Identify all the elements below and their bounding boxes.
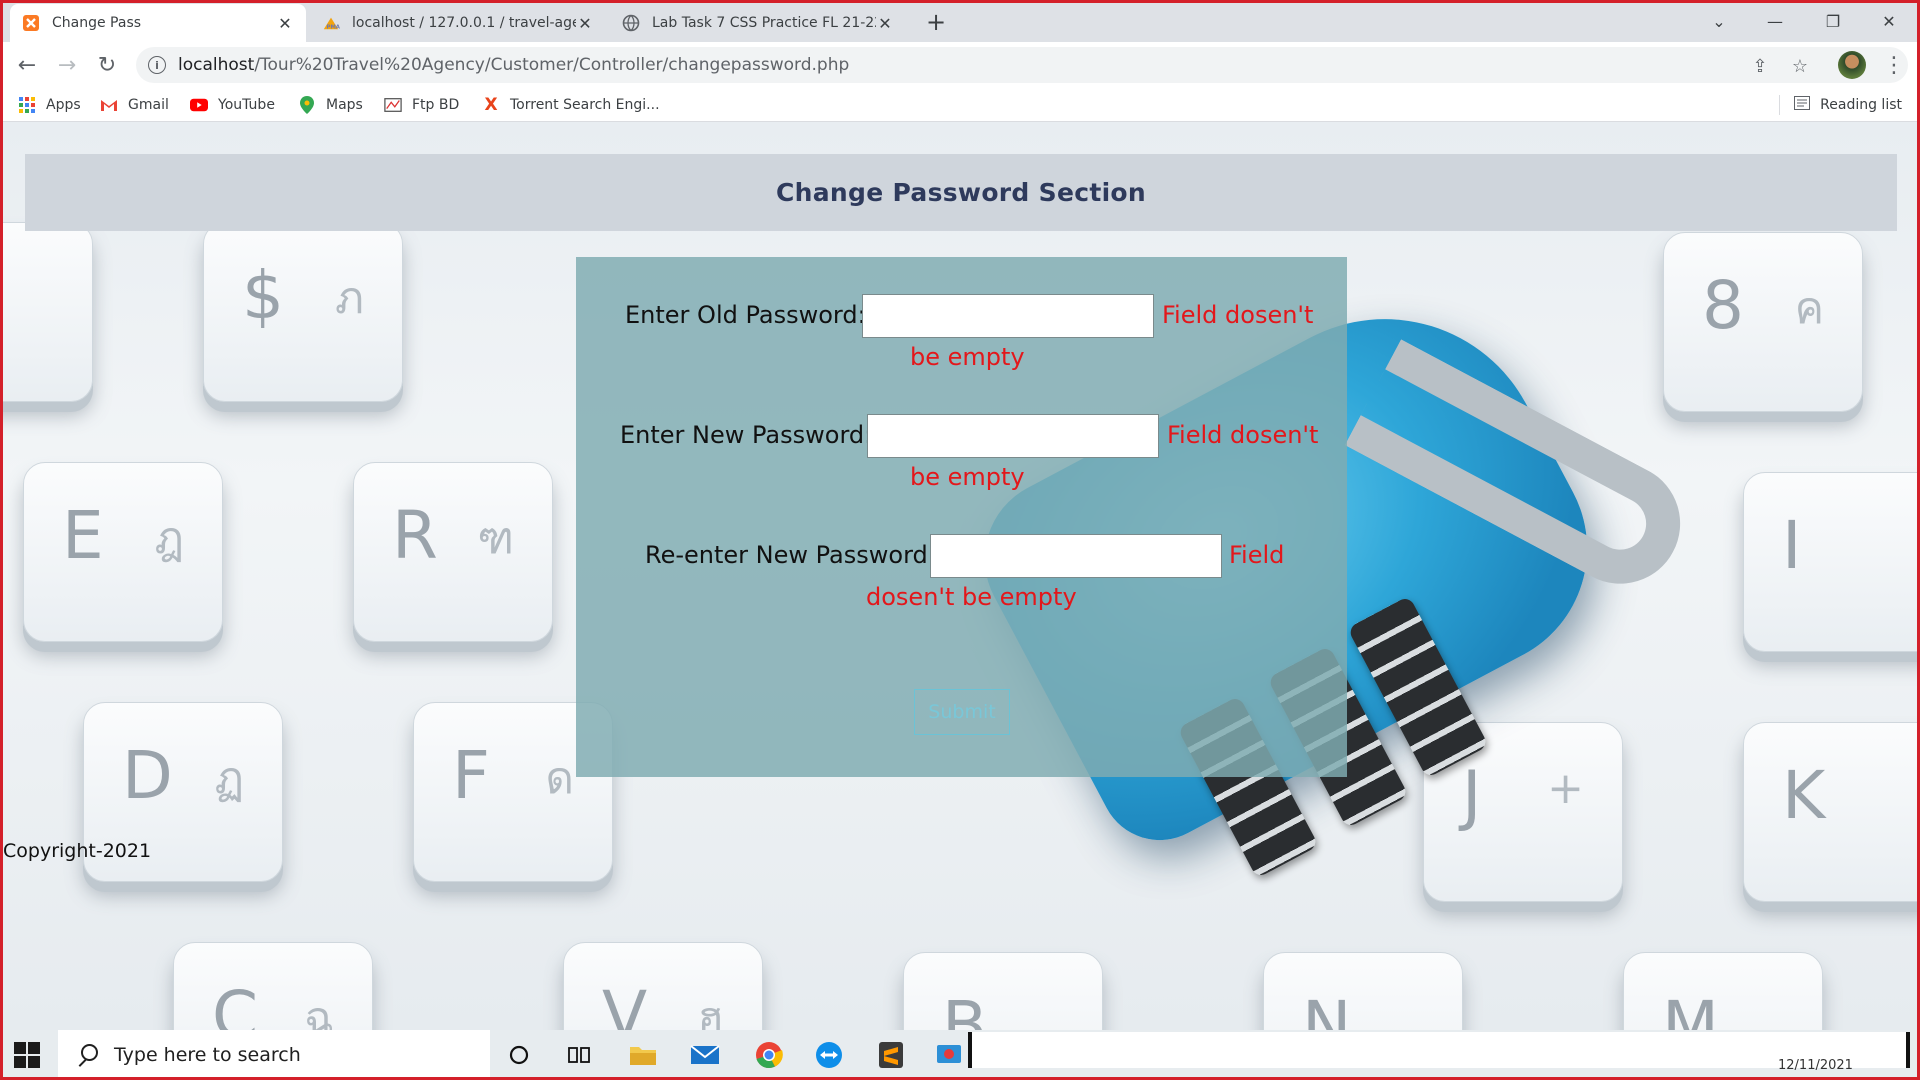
confirm-password-label: Re-enter New Password:*	[645, 541, 948, 569]
teamviewer-icon[interactable]	[812, 1039, 846, 1071]
reading-list-button[interactable]: Reading list	[1779, 94, 1902, 116]
cortana-icon[interactable]	[502, 1039, 536, 1071]
reading-list-label: Reading list	[1820, 97, 1902, 113]
page-title: Change Password Section	[775, 178, 1147, 207]
close-icon[interactable]: ✕	[876, 14, 894, 33]
new-password-label: Enter New Password:*	[620, 421, 884, 449]
forward-arrow-icon[interactable]: →	[52, 50, 82, 80]
maximize-button[interactable]: ❐	[1810, 0, 1856, 42]
address-bar[interactable]: i localhost/Tour%20Travel%20Agency/Custo…	[136, 47, 1908, 83]
file-explorer-icon[interactable]	[626, 1039, 660, 1071]
taskbar-search-box[interactable]: Type here to search	[58, 1030, 490, 1080]
change-password-form: Enter Old Password:* Field dosen't be em…	[576, 257, 1347, 777]
more-menu-icon[interactable]: ⋮	[1883, 50, 1905, 80]
page-header-band: Change Password Section	[25, 154, 1897, 231]
url-text: localhost/Tour%20Travel%20Agency/Custome…	[178, 55, 850, 75]
confirm-password-error-cont: dosen't be empty	[866, 583, 1077, 611]
screen-recorder-icon[interactable]	[932, 1039, 966, 1071]
tab-title: localhost / 127.0.0.1 / travel-agen	[352, 15, 576, 31]
old-password-error: Field dosen't	[1162, 301, 1314, 329]
windows-taskbar: Type here to search 12/11/2021	[0, 1030, 1920, 1080]
tab-phpmyadmin[interactable]: PMA localhost / 127.0.0.1 / travel-agen …	[310, 4, 606, 42]
tab-lab-task[interactable]: Lab Task 7 CSS Practice FL 21-22 ✕	[610, 4, 906, 42]
svg-text:PMA: PMA	[327, 24, 341, 30]
torrent-x-icon: X	[484, 95, 498, 115]
phpmyadmin-icon: PMA	[322, 14, 340, 32]
gmail-icon	[100, 96, 118, 114]
bookmark-label: Ftp BD	[412, 97, 460, 113]
close-window-button[interactable]: ✕	[1866, 0, 1912, 42]
bookmark-label: Gmail	[128, 97, 169, 113]
youtube-icon	[190, 96, 208, 114]
profile-avatar[interactable]	[1838, 51, 1866, 79]
old-password-error-cont: be empty	[910, 343, 1025, 371]
bookmark-label: YouTube	[218, 97, 275, 113]
bookmark-ftp-bd[interactable]: Ftp BD	[384, 94, 459, 116]
taskbar-date: 12/11/2021	[1778, 1058, 1853, 1073]
xampp-icon	[22, 14, 40, 32]
bookmark-label: Apps	[46, 97, 81, 113]
mail-icon[interactable]	[688, 1039, 722, 1071]
site-info-icon[interactable]: i	[148, 56, 166, 74]
confirm-password-field[interactable]	[930, 534, 1222, 578]
tab-title: Change Pass	[52, 15, 142, 31]
bookmark-label: Maps	[326, 97, 363, 113]
old-password-field[interactable]	[862, 294, 1154, 338]
globe-icon	[622, 14, 640, 32]
bookmark-youtube[interactable]: YouTube	[190, 94, 275, 116]
bookmarks-bar: Apps Gmail YouTube Maps Ftp BD X Torrent…	[0, 88, 1920, 122]
minimize-button[interactable]: —	[1752, 0, 1798, 42]
new-password-error-cont: be empty	[910, 463, 1025, 491]
copyright-footer: Copyright-2021	[3, 840, 152, 862]
bookmark-maps[interactable]: Maps	[298, 94, 363, 116]
share-icon[interactable]: ⇪	[1748, 54, 1772, 78]
reload-icon[interactable]: ↻	[92, 50, 122, 80]
close-icon[interactable]: ✕	[576, 14, 594, 33]
close-icon[interactable]: ✕	[276, 14, 294, 33]
new-password-field[interactable]	[867, 414, 1159, 458]
bookmark-label: Torrent Search Engi...	[510, 97, 660, 113]
tab-title: Lab Task 7 CSS Practice FL 21-22	[652, 15, 876, 31]
taskbar-search-placeholder: Type here to search	[114, 1044, 301, 1066]
divider	[1779, 95, 1781, 115]
new-password-error: Field dosen't	[1167, 421, 1319, 449]
browser-toolbar: ← → ↻ i localhost/Tour%20Travel%20Agency…	[0, 42, 1920, 88]
submit-button[interactable]: Submit	[914, 689, 1010, 735]
confirm-password-error: Field	[1229, 541, 1285, 569]
back-arrow-icon[interactable]: ←	[12, 50, 42, 80]
bookmark-star-icon[interactable]: ☆	[1788, 54, 1812, 78]
taskbar-overlay-panel	[968, 1032, 1910, 1068]
tab-change-pass[interactable]: Change Pass ✕	[10, 4, 306, 42]
chrome-icon[interactable]	[752, 1039, 786, 1071]
ftp-bd-icon	[384, 96, 402, 114]
bookmark-apps[interactable]: Apps	[18, 94, 81, 116]
task-view-icon[interactable]	[562, 1039, 596, 1071]
old-password-label: Enter Old Password:*	[625, 301, 878, 329]
maps-pin-icon	[298, 96, 316, 114]
new-tab-button[interactable]: +	[922, 8, 950, 36]
sublime-text-icon[interactable]	[874, 1039, 908, 1071]
bookmark-gmail[interactable]: Gmail	[100, 94, 169, 116]
reading-list-icon	[1794, 96, 1811, 114]
tab-search-chevron-icon[interactable]: ⌄	[1696, 0, 1742, 42]
windows-start-icon[interactable]	[14, 1042, 40, 1068]
tab-strip: Change Pass ✕ PMA localhost / 127.0.0.1 …	[0, 0, 1920, 42]
search-icon	[76, 1044, 98, 1066]
apps-grid-icon	[18, 96, 36, 114]
bookmark-torrent[interactable]: X Torrent Search Engi...	[482, 94, 660, 116]
web-page: $ ภ 8ค Eฎ Rฑ I Dฏ Fด J + K Cฉ Vฮ B N M Cha…	[3, 122, 1917, 1030]
